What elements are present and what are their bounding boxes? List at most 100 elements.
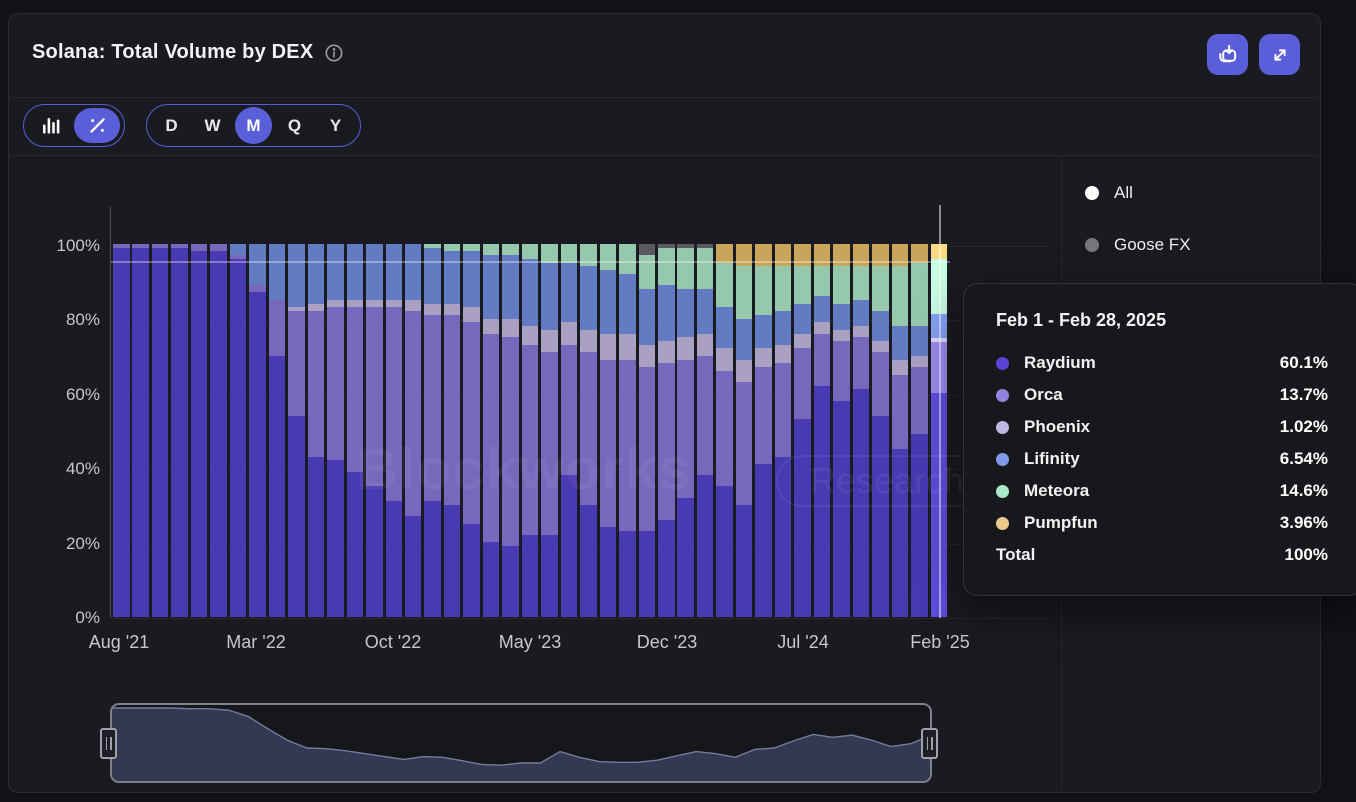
- bar-segment-other: [658, 244, 675, 248]
- bar-column-feb-22[interactable]: [230, 0, 247, 617]
- bar-segment-raydium: [171, 248, 188, 617]
- bar-segment-lifinity: [249, 244, 266, 285]
- bar-segment-raydium: [833, 401, 850, 617]
- bar-column-nov-22[interactable]: [405, 0, 422, 617]
- bar-column-dec-21[interactable]: [191, 0, 208, 617]
- bar-column-oct-23[interactable]: [619, 0, 636, 617]
- bar-column-oct-22[interactable]: [386, 0, 403, 617]
- bar-column-aug-21[interactable]: [113, 0, 130, 617]
- bar-column-apr-24[interactable]: [736, 0, 753, 617]
- bar-column-jun-22[interactable]: [308, 0, 325, 617]
- bar-segment-meteora: [658, 248, 675, 285]
- bar-column-jan-23[interactable]: [444, 0, 461, 617]
- bar-segment-meteora: [736, 266, 753, 318]
- bar-segment-raydium: [736, 505, 753, 617]
- bar-segment-meteora: [794, 266, 811, 303]
- bar-segment-meteora: [541, 244, 558, 263]
- bar-column-mar-23[interactable]: [483, 0, 500, 617]
- bar-column-oct-24[interactable]: [853, 0, 870, 617]
- bar-segment-lifinity: [892, 326, 909, 360]
- bar-segment-meteora: [522, 244, 539, 259]
- bar-column-may-24[interactable]: [755, 0, 772, 617]
- bar-column-sep-22[interactable]: [366, 0, 383, 617]
- bar-segment-raydium: [308, 457, 325, 617]
- bar-column-jun-24[interactable]: [775, 0, 792, 617]
- bar-segment-lifinity: [619, 274, 636, 334]
- bar-column-sep-24[interactable]: [833, 0, 850, 617]
- bar-column-mar-22[interactable]: [249, 0, 266, 617]
- bar-view-toggle[interactable]: [28, 108, 74, 143]
- bar-column-may-22[interactable]: [288, 0, 305, 617]
- bar-column-aug-22[interactable]: [347, 0, 364, 617]
- bar-segment-meteora: [463, 244, 480, 251]
- fullscreen-button[interactable]: [1259, 34, 1300, 75]
- y-axis-tick: 80%: [18, 310, 100, 330]
- bar-segment-raydium: [230, 259, 247, 617]
- watermark-text: Blockworks: [356, 436, 692, 503]
- bar-column-dec-23[interactable]: [658, 0, 675, 617]
- bar-segment-lifinity: [288, 244, 305, 307]
- bar-column-mar-24[interactable]: [716, 0, 733, 617]
- bar-column-nov-23[interactable]: [639, 0, 656, 617]
- bar-column-apr-23[interactable]: [502, 0, 519, 617]
- bar-column-jul-23[interactable]: [561, 0, 578, 617]
- bar-column-jan-25[interactable]: [911, 0, 928, 617]
- series-value: 6.54%: [1280, 449, 1328, 469]
- bar-column-aug-24[interactable]: [814, 0, 831, 617]
- bar-segment-meteora: [619, 244, 636, 274]
- bar-column-dec-24[interactable]: [892, 0, 909, 617]
- export-image-button[interactable]: [1207, 34, 1248, 75]
- bar-segment-lifinity: [697, 289, 714, 334]
- bar-segment-lifinity: [230, 244, 247, 255]
- bar-segment-orca: [892, 375, 909, 450]
- bar-column-sep-21[interactable]: [132, 0, 149, 617]
- tooltip-date-range: Feb 1 - Feb 28, 2025: [996, 310, 1328, 331]
- bar-column-jan-24[interactable]: [677, 0, 694, 617]
- bar-segment-lifinity: [794, 304, 811, 334]
- bar-column-may-23[interactable]: [522, 0, 539, 617]
- bar-segment-pumpfun: [775, 244, 792, 266]
- bar-column-jul-22[interactable]: [327, 0, 344, 617]
- bar-segment-lifinity: [716, 307, 733, 348]
- bar-segment-raydium: [600, 527, 617, 617]
- legend-item-goose-fx[interactable]: Goose FX: [1085, 232, 1191, 258]
- bar-column-jan-22[interactable]: [210, 0, 227, 617]
- bar-segment-other: [677, 244, 694, 248]
- bar-segment-lifinity: [580, 266, 597, 329]
- series-dot: [996, 517, 1009, 530]
- bar-segment-orca: [911, 367, 928, 434]
- bar-column-feb-24[interactable]: [697, 0, 714, 617]
- bar-segment-phoenix: [716, 348, 733, 370]
- bar-column-apr-22[interactable]: [269, 0, 286, 617]
- bar-segment-raydium: [716, 486, 733, 617]
- bar-column-aug-23[interactable]: [580, 0, 597, 617]
- bar-segment-orca: [269, 300, 286, 356]
- bar-column-oct-21[interactable]: [152, 0, 169, 617]
- brush-handle-right[interactable]: [921, 728, 938, 759]
- tooltip-row-meteora: Meteora14.6%: [996, 475, 1328, 507]
- brush-handle-left[interactable]: [100, 728, 117, 759]
- legend-item-all[interactable]: All: [1085, 180, 1133, 206]
- bar-segment-orca: [132, 244, 149, 248]
- bar-column-nov-24[interactable]: [872, 0, 889, 617]
- tooltip-total-row: Total 100%: [996, 539, 1328, 571]
- series-label: Lifinity: [1024, 449, 1080, 469]
- bar-chart-icon: [40, 115, 62, 137]
- tooltip-row-raydium: Raydium60.1%: [996, 347, 1328, 379]
- bar-segment-lifinity: [639, 289, 656, 345]
- bar-segment-phoenix: [658, 341, 675, 363]
- bar-column-jul-24[interactable]: [794, 0, 811, 617]
- x-axis-tick: Aug '21: [89, 632, 150, 653]
- range-brush[interactable]: [110, 703, 932, 783]
- bar-segment-meteora: [833, 266, 850, 303]
- bar-column-nov-21[interactable]: [171, 0, 188, 617]
- bar-segment-raydium: [269, 356, 286, 617]
- y-axis-tick: 20%: [18, 534, 100, 554]
- bar-column-sep-23[interactable]: [600, 0, 617, 617]
- bar-column-dec-22[interactable]: [424, 0, 441, 617]
- bar-segment-phoenix: [600, 334, 617, 360]
- bar-column-jun-23[interactable]: [541, 0, 558, 617]
- bar-column-feb-23[interactable]: [463, 0, 480, 617]
- y-axis-tick: 100%: [18, 236, 100, 256]
- bar-segment-lifinity: [911, 326, 928, 356]
